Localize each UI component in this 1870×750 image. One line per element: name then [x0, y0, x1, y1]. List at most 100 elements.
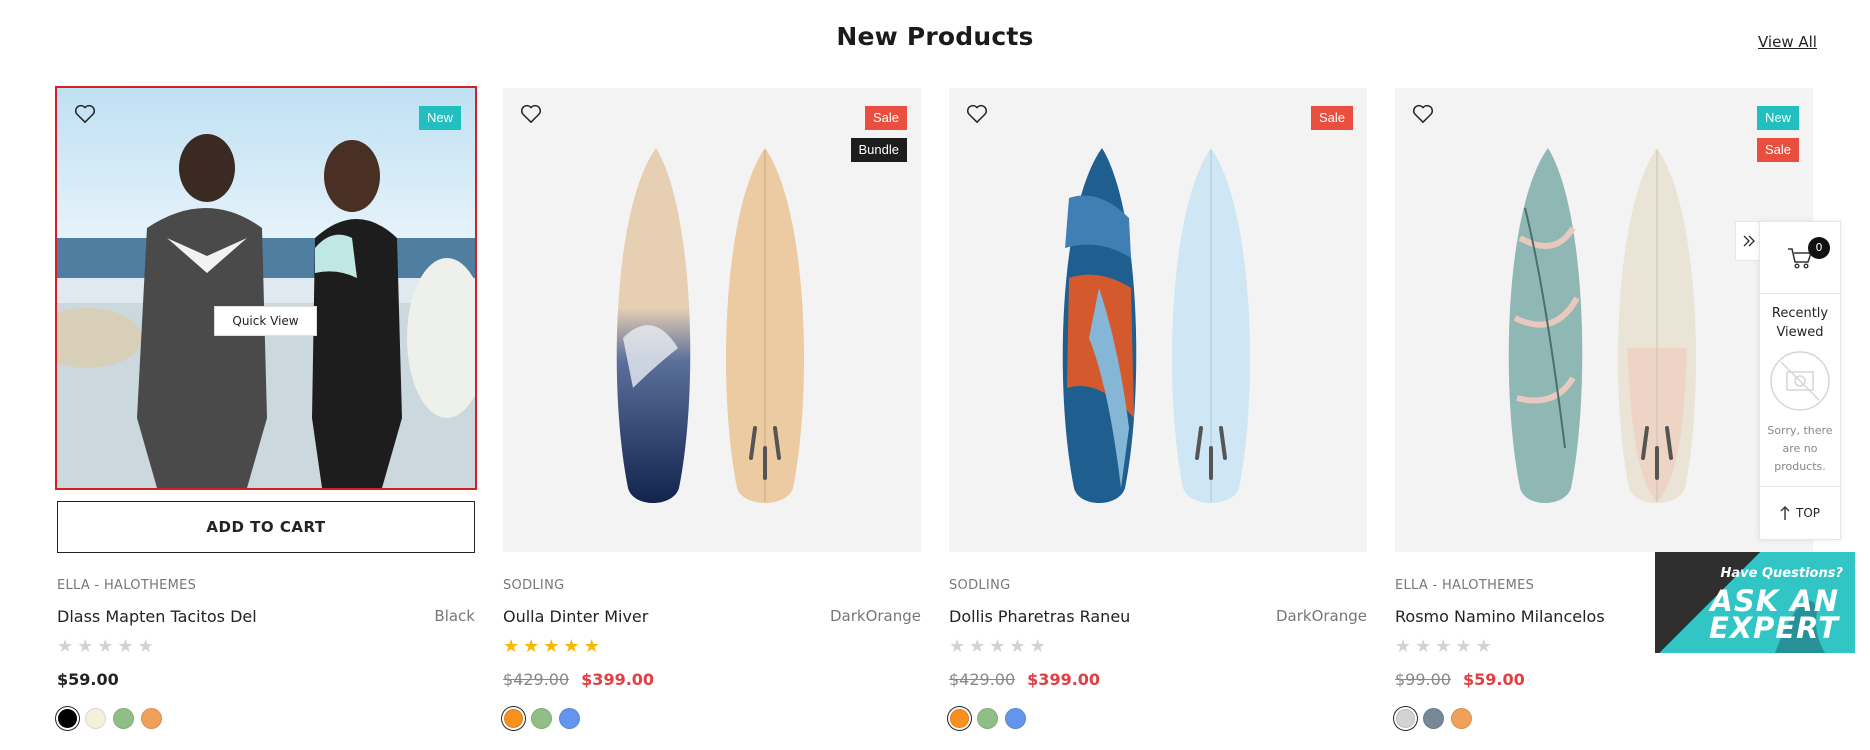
arrow-up-icon — [1780, 506, 1790, 520]
product-title[interactable]: Rosmo Namino Milancelos — [1395, 607, 1605, 626]
star-icon: ★ — [137, 636, 154, 657]
star-icon: ★ — [1009, 636, 1026, 657]
star-icon: ★ — [583, 636, 600, 657]
quick-view-button[interactable]: Quick View — [214, 306, 317, 336]
product-vendor[interactable]: ELLA - HALOTHEMES — [1395, 578, 1534, 593]
empty-message: Sorry, there — [1767, 424, 1833, 437]
heart-icon — [521, 104, 541, 123]
star-icon: ★ — [543, 636, 560, 657]
star-icon: ★ — [97, 636, 114, 657]
expert-headline: EXPERT — [1708, 611, 1839, 645]
star-icon: ★ — [1395, 636, 1412, 657]
color-swatches — [1395, 708, 1472, 729]
product-card[interactable]: Sale Bundle SODLING Oulla Dinter Miver D… — [503, 88, 921, 729]
new-badge: New — [418, 106, 461, 130]
color-swatch-orange[interactable] — [1451, 708, 1472, 729]
surfboards-image — [1508, 148, 1697, 503]
star-icon: ★ — [57, 636, 74, 657]
product-color-label: Black — [434, 607, 475, 625]
compare-at-price: $429.00 — [503, 670, 570, 689]
product-title[interactable]: Dlass Mapten Tacitos Del — [57, 607, 257, 626]
heart-icon — [1413, 104, 1433, 123]
color-swatch-orange[interactable] — [141, 708, 162, 729]
recently-viewed-panel: Recently Viewed Sorry, there are no prod… — [1760, 294, 1840, 487]
star-icon: ★ — [1475, 636, 1492, 657]
star-icon: ★ — [989, 636, 1006, 657]
sale-price: $399.00 — [1027, 670, 1101, 689]
floating-sidebar: 0 Recently Viewed Sorry, there are no pr… — [1759, 221, 1841, 540]
product-image[interactable]: Sale Bundle — [503, 88, 921, 552]
section-title: New Products — [836, 22, 1034, 51]
heart-icon — [967, 104, 987, 123]
sidebar-expand-button[interactable] — [1735, 221, 1761, 261]
star-icon: ★ — [1435, 636, 1452, 657]
star-icon: ★ — [969, 636, 986, 657]
product-card[interactable]: New Sale ELLA - HALOTHEMES Rosmo Namino … — [1395, 88, 1813, 729]
bundle-badge: Bundle — [850, 138, 907, 162]
empty-message: are no — [1782, 442, 1818, 455]
star-icon: ★ — [1029, 636, 1046, 657]
recently-viewed-title: Viewed — [1776, 325, 1824, 340]
product-color-label: DarkOrange — [1275, 607, 1367, 625]
rating-stars: ★ ★ ★ ★ ★ — [503, 638, 600, 656]
double-chevron-right-icon — [1743, 235, 1755, 247]
color-swatches — [57, 708, 162, 729]
product-card[interactable]: New Quick View ADD TO CART ELLA - HALOTH… — [55, 86, 477, 729]
compare-at-price: $99.00 — [1395, 670, 1451, 689]
surfers-photo — [57, 88, 475, 488]
product-vendor[interactable]: ELLA - HALOTHEMES — [57, 578, 196, 593]
recently-viewed-title: Recently — [1771, 306, 1829, 321]
sale-badge: Sale — [1756, 138, 1799, 162]
star-icon: ★ — [77, 636, 94, 657]
color-swatches — [949, 708, 1026, 729]
heart-icon — [75, 104, 95, 123]
color-swatch-green[interactable] — [531, 708, 552, 729]
product-image[interactable]: New Sale — [1395, 88, 1813, 552]
product-card[interactable]: Sale SODLING Dollis Pharetras Raneu Dark… — [949, 88, 1367, 729]
empty-message: products. — [1774, 460, 1826, 473]
rating-stars: ★ ★ ★ ★ ★ — [57, 638, 154, 656]
star-icon: ★ — [949, 636, 966, 657]
wishlist-button[interactable] — [961, 98, 993, 130]
wishlist-button[interactable] — [69, 98, 101, 130]
sale-badge: Sale — [864, 106, 907, 130]
back-to-top-button[interactable]: TOP — [1760, 487, 1840, 539]
star-icon: ★ — [503, 636, 520, 657]
product-color-label: DarkOrange — [829, 607, 921, 625]
add-to-cart-button[interactable]: ADD TO CART — [57, 501, 475, 553]
sale-badge: Sale — [1310, 106, 1353, 130]
product-title[interactable]: Dollis Pharetras Raneu — [949, 607, 1130, 626]
color-swatch-slategray[interactable] — [1423, 708, 1444, 729]
product-image[interactable]: Sale — [949, 88, 1367, 552]
color-swatch-blue[interactable] — [1005, 708, 1026, 729]
sale-price: $59.00 — [1462, 670, 1525, 689]
wishlist-button[interactable] — [1407, 98, 1439, 130]
expert-question: Have Questions? — [1720, 566, 1843, 581]
color-swatch-green[interactable] — [977, 708, 998, 729]
color-swatch-orange[interactable] — [950, 709, 969, 728]
color-swatch-green[interactable] — [113, 708, 134, 729]
sidebar-cart-button[interactable]: 0 — [1760, 222, 1840, 294]
color-swatch-beige[interactable] — [85, 708, 106, 729]
view-all-link[interactable]: View All — [1758, 33, 1817, 51]
product-title[interactable]: Oulla Dinter Miver — [503, 607, 648, 626]
product-price: $59.00 — [57, 670, 119, 689]
back-to-top-label: TOP — [1795, 506, 1820, 520]
star-icon: ★ — [563, 636, 580, 657]
product-vendor[interactable]: SODLING — [949, 578, 1010, 593]
product-vendor[interactable]: SODLING — [503, 578, 564, 593]
color-swatches — [503, 708, 580, 729]
color-swatch-lightgray[interactable] — [1396, 709, 1415, 728]
ask-expert-banner[interactable]: Have Questions? ASK AN EXPERT — [1655, 552, 1855, 653]
rating-stars: ★ ★ ★ ★ ★ — [949, 638, 1046, 656]
rating-stars: ★ ★ ★ ★ ★ — [1395, 638, 1492, 656]
wishlist-button[interactable] — [515, 98, 547, 130]
color-swatch-black[interactable] — [58, 709, 77, 728]
sale-price: $399.00 — [581, 670, 655, 689]
star-icon: ★ — [117, 636, 134, 657]
star-icon: ★ — [1415, 636, 1432, 657]
product-image[interactable]: New Quick View — [55, 86, 477, 490]
color-swatch-blue[interactable] — [559, 708, 580, 729]
color-swatch-orange[interactable] — [504, 709, 523, 728]
surfboards-image — [1062, 148, 1251, 503]
